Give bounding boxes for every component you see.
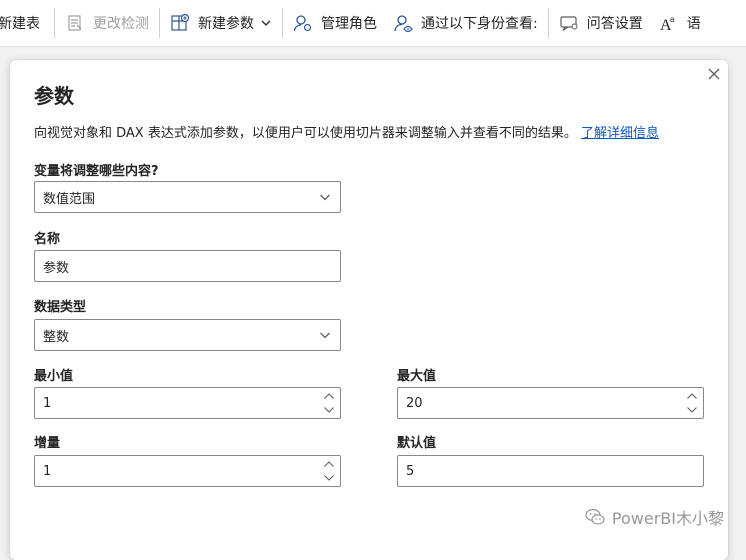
parameter-dialog: 参数 向视觉对象和 DAX 表达式添加参数，以便用户可以使用切片器来调整输入并查… [10, 60, 728, 560]
new-parameter-label: 新建参数 [198, 16, 254, 32]
qa-setup-label: 问答设置 [586, 16, 643, 32]
name-label: 名称 [34, 232, 61, 247]
adjust-select-value: 数值范围 [43, 191, 96, 207]
default-input[interactable]: 5 [397, 455, 704, 487]
language-button[interactable]: Aa 语 [651, 0, 709, 46]
increment-up-icon[interactable] [322, 458, 336, 470]
increment-stepper-value: 1 [43, 463, 52, 479]
view-as-button[interactable]: 通过以下身份查看: [385, 0, 546, 46]
close-icon [708, 65, 720, 84]
manage-roles-button[interactable]: 管理角色 [285, 0, 385, 46]
increment-label: 增量 [34, 436, 61, 451]
dialog-title: 参数 [34, 84, 74, 108]
min-label: 最小值 [34, 369, 74, 384]
decrement-down-icon[interactable] [322, 404, 336, 416]
dialog-description: 向视觉对象和 DAX 表达式添加参数，以便用户可以使用切片器来调整输入并查看不同… [34, 122, 659, 141]
learn-more-link[interactable]: 了解详细信息 [581, 126, 659, 141]
svg-text:a: a [670, 15, 675, 24]
max-stepper-value: 20 [406, 395, 423, 411]
min-spin-buttons [322, 390, 336, 416]
ribbon-divider [547, 8, 549, 38]
default-label: 默认值 [397, 436, 437, 451]
chevron-down-icon [318, 328, 332, 342]
max-spin-buttons [685, 390, 699, 416]
language-icon: Aa [659, 13, 679, 33]
min-stepper[interactable]: 1 [34, 387, 341, 419]
new-table-button[interactable]: 新建表 [0, 0, 52, 46]
datatype-label: 数据类型 [34, 300, 87, 315]
default-input-value: 5 [406, 463, 415, 479]
language-label: 语 [686, 16, 701, 32]
min-stepper-value: 1 [43, 395, 52, 411]
datatype-select[interactable]: 整数 [34, 319, 341, 351]
adjust-label: 变量将调整哪些内容? [34, 164, 159, 179]
qa-setup-button[interactable]: 问答设置 [551, 0, 651, 46]
ribbon-toolbar: 新建表 更改检测 新建参数 管理角色 通过以下身份查看: 问答设置 A a 语 [0, 0, 746, 47]
increment-spin-buttons [322, 458, 336, 484]
increment-stepper[interactable]: 1 [34, 455, 341, 487]
max-label: 最大值 [397, 369, 437, 384]
chevron-down-icon [318, 190, 332, 204]
description-text: 向视觉对象和 DAX 表达式添加参数，以便用户可以使用切片器来调整输入并查看不同… [34, 126, 577, 141]
manage-roles-icon [293, 13, 313, 33]
increment-up-icon[interactable] [322, 390, 336, 402]
decrement-down-icon[interactable] [685, 404, 699, 416]
manage-roles-label: 管理角色 [321, 16, 377, 32]
watermark-text: PowerBI木小黎 [611, 509, 724, 528]
increment-up-icon[interactable] [685, 390, 699, 402]
max-stepper[interactable]: 20 [397, 387, 704, 419]
name-input-value: 参数 [43, 260, 70, 276]
view-as-icon [393, 13, 413, 33]
watermark: PowerBI木小黎 [584, 505, 724, 529]
decrement-down-icon[interactable] [322, 472, 336, 484]
qa-setup-icon [559, 13, 579, 33]
change-detection-label: 更改检测 [93, 16, 149, 32]
datatype-select-value: 整数 [43, 329, 70, 345]
chevron-down-icon [260, 17, 272, 29]
adjust-select[interactable]: 数值范围 [34, 181, 341, 213]
wechat-icon [584, 506, 606, 528]
view-as-label: 通过以下身份查看: [421, 16, 538, 32]
ribbon-divider [54, 8, 55, 38]
ribbon-divider [159, 8, 160, 38]
name-input[interactable]: 参数 [34, 250, 341, 282]
change-detection-button[interactable]: 更改检测 [57, 0, 157, 46]
ribbon-divider [282, 8, 283, 38]
close-button[interactable] [706, 66, 722, 82]
new-parameter-button[interactable]: 新建参数 [162, 0, 280, 46]
change-detection-icon [65, 13, 85, 33]
new-table-label: 新建表 [0, 16, 40, 32]
new-parameter-icon [170, 13, 190, 33]
